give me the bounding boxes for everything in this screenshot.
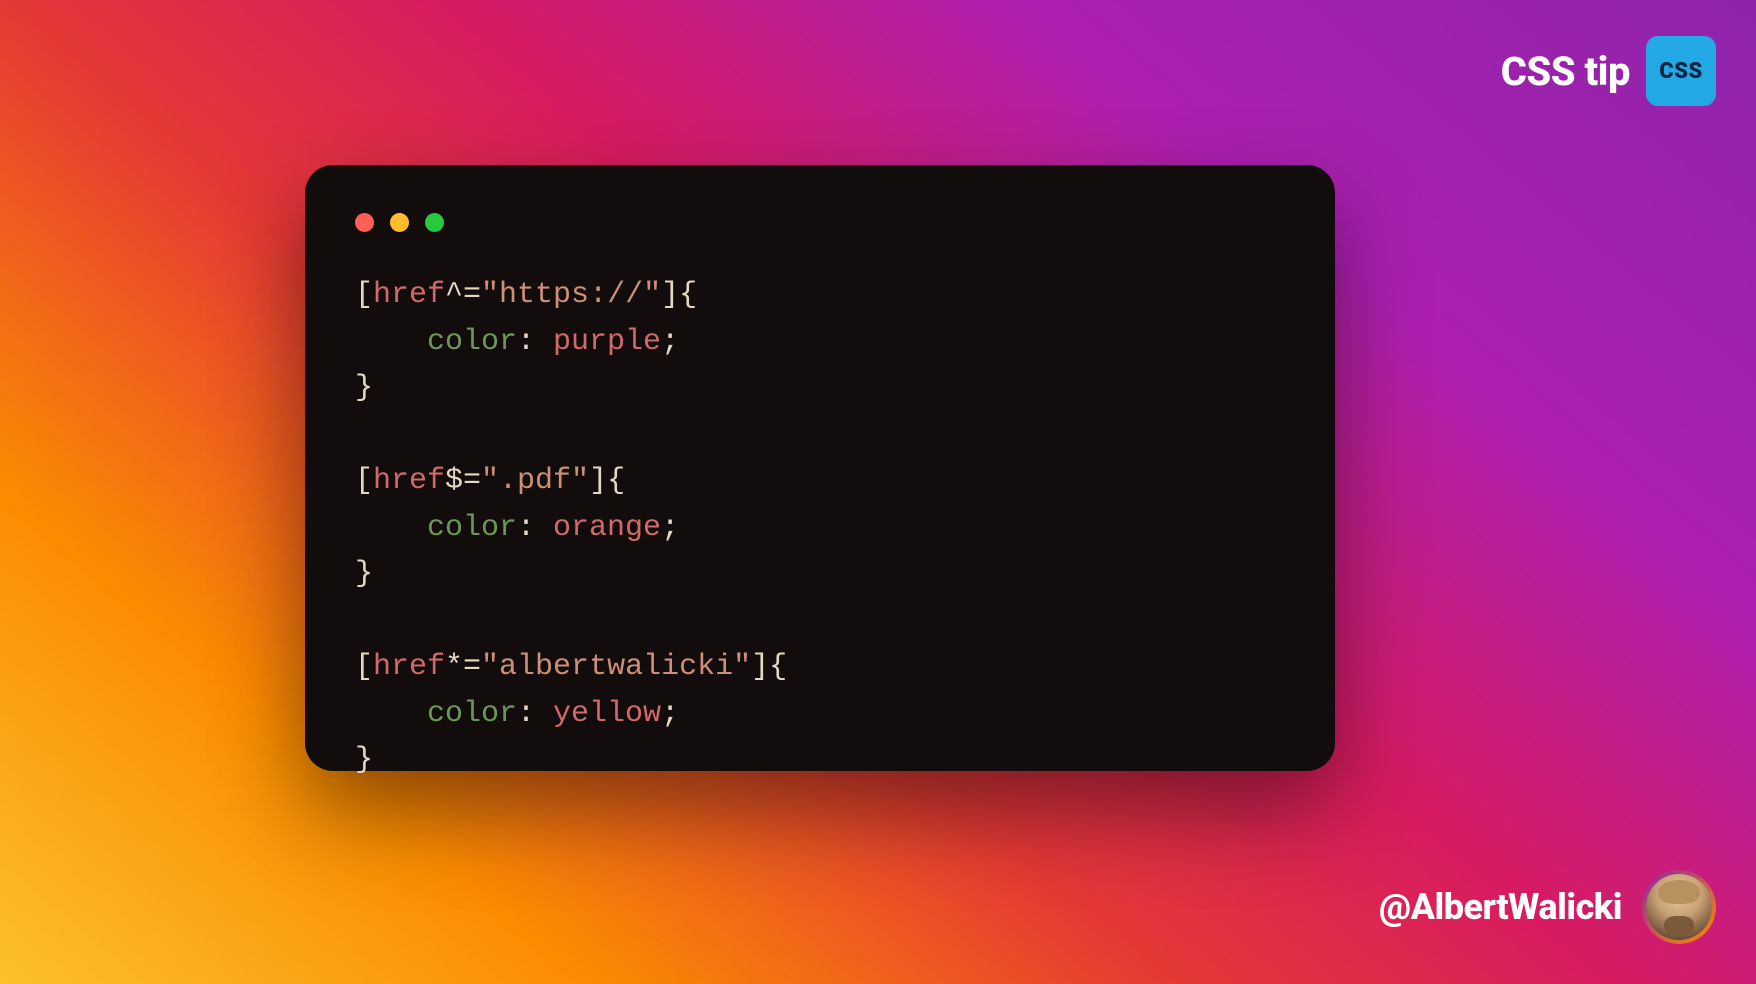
code-token: ; — [661, 325, 679, 359]
avatar-image — [1646, 874, 1712, 940]
close-icon — [355, 213, 374, 232]
code-token: ^= — [445, 278, 481, 312]
code-token: color — [427, 697, 517, 731]
code-token: ]{ — [751, 650, 787, 684]
code-token: } — [355, 743, 373, 777]
code-token: href — [373, 464, 445, 498]
code-token: } — [355, 557, 373, 591]
code-token: } — [355, 371, 373, 405]
top-badge: CSS tip CSS — [1501, 36, 1716, 106]
minimize-icon — [390, 213, 409, 232]
author-handle: @AlbertWalicki — [1379, 870, 1716, 944]
code-token: [ — [355, 464, 373, 498]
code-window: [href^="https://"]{ color: purple; } [hr… — [305, 165, 1335, 771]
code-token: color — [427, 325, 517, 359]
code-token: "https://" — [481, 278, 661, 312]
code-token: yellow — [553, 697, 661, 731]
maximize-icon — [425, 213, 444, 232]
window-traffic-lights — [355, 213, 1285, 232]
code-token: ]{ — [661, 278, 697, 312]
code-token: ; — [661, 697, 679, 731]
badge-text: CSS tip — [1501, 48, 1630, 95]
code-token: ]{ — [589, 464, 625, 498]
code-token: purple — [553, 325, 661, 359]
code-token: [ — [355, 650, 373, 684]
avatar — [1642, 870, 1716, 944]
code-token: orange — [553, 511, 661, 545]
code-token: href — [373, 650, 445, 684]
code-token: *= — [445, 650, 481, 684]
code-token: $= — [445, 464, 481, 498]
code-token: : — [517, 325, 553, 359]
css-badge-icon: CSS — [1646, 36, 1716, 106]
code-token: ".pdf" — [481, 464, 589, 498]
code-token: : — [517, 511, 553, 545]
code-block: [href^="https://"]{ color: purple; } [hr… — [355, 272, 1285, 784]
code-token: color — [427, 511, 517, 545]
code-token: [ — [355, 278, 373, 312]
code-token: ; — [661, 511, 679, 545]
code-token: : — [517, 697, 553, 731]
code-token: "albertwalicki" — [481, 650, 751, 684]
handle-text: @AlbertWalicki — [1379, 886, 1622, 928]
code-token: href — [373, 278, 445, 312]
